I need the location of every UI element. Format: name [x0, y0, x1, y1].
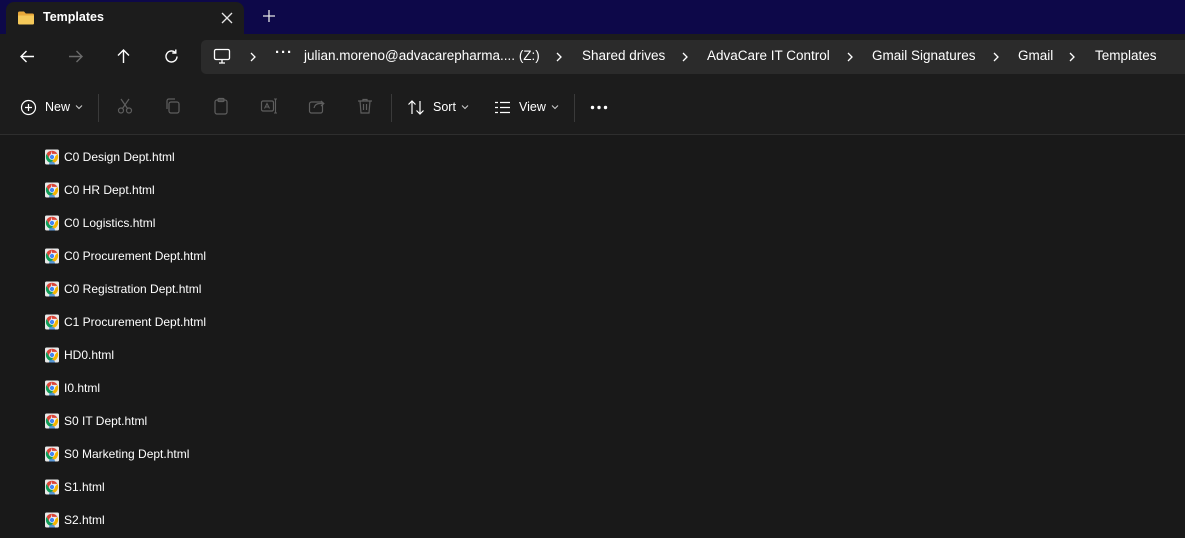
toolbar-divider	[98, 94, 99, 122]
toolbar-divider	[391, 94, 392, 122]
chevron-right-icon[interactable]	[845, 51, 855, 63]
chrome-html-file-icon	[44, 347, 60, 363]
list-item[interactable]: C0 HR Dept.html	[44, 178, 304, 202]
file-name: C1 Procurement Dept.html	[64, 315, 207, 329]
view-list-icon	[495, 101, 510, 113]
delete-icon[interactable]	[356, 97, 374, 115]
list-item[interactable]: I0.html	[44, 376, 304, 400]
chevron-down-icon	[75, 105, 83, 110]
list-item[interactable]: C1 Procurement Dept.html	[44, 310, 304, 334]
file-name: HD0.html	[64, 348, 115, 362]
file-name: C0 Design Dept.html	[64, 150, 175, 164]
file-name: C0 Procurement Dept.html	[64, 249, 207, 263]
chevron-right-icon[interactable]	[991, 51, 1001, 63]
chevron-right-icon[interactable]	[248, 51, 258, 63]
refresh-icon[interactable]	[163, 48, 180, 65]
breadcrumb-gmail-signatures[interactable]: Gmail Signatures	[872, 48, 976, 63]
folder-icon	[18, 11, 34, 25]
tab-strip: Templates	[0, 0, 1185, 34]
view-button-label: View	[519, 100, 546, 114]
close-icon[interactable]	[220, 11, 234, 25]
file-name: C0 HR Dept.html	[64, 183, 155, 197]
list-item[interactable]: C0 Design Dept.html	[44, 145, 304, 169]
list-item[interactable]: HD0.html	[44, 343, 304, 367]
file-name: S0 Marketing Dept.html	[64, 447, 190, 461]
chrome-html-file-icon	[44, 149, 60, 165]
add-circle-icon	[20, 99, 37, 115]
chrome-html-file-icon	[44, 512, 60, 528]
chrome-html-file-icon	[44, 380, 60, 396]
navigation-bar: ··· julian.moreno@advacarepharma.... (Z:…	[0, 34, 1185, 80]
up-arrow-icon[interactable]	[115, 48, 132, 65]
chrome-html-file-icon	[44, 413, 60, 429]
copy-icon[interactable]	[164, 97, 182, 115]
list-item[interactable]: S0 IT Dept.html	[44, 409, 304, 433]
address-bar[interactable]: ··· julian.moreno@advacarepharma.... (Z:…	[201, 40, 1185, 74]
file-name: S1.html	[64, 480, 105, 494]
breadcrumb-shared-drives[interactable]: Shared drives	[582, 48, 665, 63]
tab-title: Templates	[43, 10, 104, 24]
view-button[interactable]: View	[494, 96, 559, 118]
file-name: C0 Registration Dept.html	[64, 282, 202, 296]
sort-button[interactable]: Sort	[407, 96, 469, 118]
sort-icon	[408, 99, 424, 115]
chevron-right-icon[interactable]	[1067, 51, 1077, 63]
sort-button-label: Sort	[433, 100, 456, 114]
breadcrumb-overflow-button[interactable]: ···	[275, 44, 293, 61]
toolbar-divider	[574, 94, 575, 122]
list-item[interactable]: C0 Registration Dept.html	[44, 277, 304, 301]
new-button[interactable]: New	[20, 96, 83, 118]
list-item[interactable]: S0 Marketing Dept.html	[44, 442, 304, 466]
chrome-html-file-icon	[44, 479, 60, 495]
paste-icon[interactable]	[212, 97, 230, 115]
list-item[interactable]: S1.html	[44, 475, 304, 499]
file-name: S2.html	[64, 513, 105, 527]
chevron-down-icon	[461, 105, 469, 110]
chevron-right-icon[interactable]	[554, 51, 564, 63]
rename-icon[interactable]	[260, 97, 278, 115]
chrome-html-file-icon	[44, 248, 60, 264]
share-icon[interactable]	[308, 97, 326, 115]
file-name: S0 IT Dept.html	[64, 414, 148, 428]
breadcrumb-advacare-it-control[interactable]: AdvaCare IT Control	[707, 48, 830, 63]
tab-templates[interactable]: Templates	[6, 2, 244, 34]
list-item[interactable]: C0 Procurement Dept.html	[44, 244, 304, 268]
back-arrow-icon[interactable]	[19, 48, 36, 65]
chrome-html-file-icon	[44, 215, 60, 231]
list-item[interactable]: C0 Logistics.html	[44, 211, 304, 235]
breadcrumb-templates[interactable]: Templates	[1095, 48, 1157, 63]
list-item[interactable]: S2.html	[44, 508, 304, 532]
cut-icon[interactable]	[116, 97, 134, 115]
command-bar: New Sort View	[0, 80, 1185, 135]
chrome-html-file-icon	[44, 281, 60, 297]
chevron-right-icon[interactable]	[680, 51, 690, 63]
file-list: C0 Design Dept.html C0 HR Dept.html C0 L…	[0, 136, 1185, 538]
chrome-html-file-icon	[44, 446, 60, 462]
new-button-label: New	[45, 100, 71, 114]
this-pc-icon[interactable]	[213, 48, 231, 65]
breadcrumb-drive[interactable]: julian.moreno@advacarepharma.... (Z:)	[304, 48, 540, 63]
chrome-html-file-icon	[44, 182, 60, 198]
new-tab-icon[interactable]	[261, 8, 277, 24]
file-name: C0 Logistics.html	[64, 216, 156, 230]
breadcrumb-gmail[interactable]: Gmail	[1018, 48, 1053, 63]
more-options-icon[interactable]	[590, 105, 608, 110]
chrome-html-file-icon	[44, 314, 60, 330]
file-name: I0.html	[64, 381, 101, 395]
forward-arrow-icon[interactable]	[67, 48, 84, 65]
chevron-down-icon	[551, 105, 559, 110]
